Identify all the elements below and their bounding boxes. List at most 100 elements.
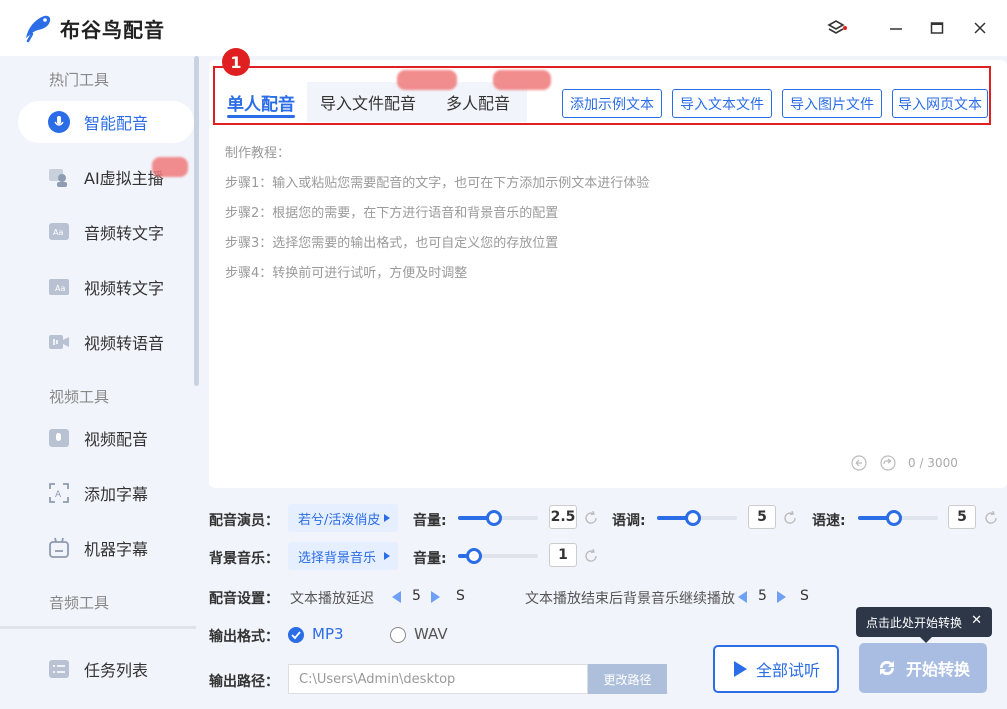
layers-icon: [827, 20, 847, 34]
minimize-button[interactable]: [882, 14, 910, 42]
caret-right-icon: [384, 514, 390, 522]
sidebar-item-task-list[interactable]: 任务列表: [18, 648, 194, 690]
sidebar-item-label: 视频转文字: [84, 279, 165, 298]
change-path-button[interactable]: 更改路径: [588, 664, 667, 694]
svg-text:Aa: Aa: [53, 228, 63, 237]
title-bar: 布谷鸟配音: [0, 0, 1007, 56]
tutorial-step: 步骤2：根据您的需要，在下方进行语音和背景音乐的配置: [225, 206, 559, 221]
undo-icon[interactable]: [851, 455, 867, 471]
check-icon: [291, 631, 301, 640]
bgm-volume-slider[interactable]: [458, 548, 538, 564]
sidebar-item-audio-to-text[interactable]: Aa 音频转文字: [18, 211, 194, 253]
slider-handle[interactable]: [466, 548, 482, 564]
bgm-continue-label: 文本播放结束后背景音乐继续播放: [525, 591, 735, 607]
tutorial-step: 步骤1：输入或粘贴您需要配音的文字，也可在下方添加示例文本进行体验: [225, 176, 650, 191]
delay-unit: S: [456, 588, 465, 604]
slider-handle[interactable]: [486, 510, 502, 526]
video-to-text-icon: Aa: [49, 279, 69, 295]
convert-icon: [879, 660, 894, 676]
tutorial-step: 步骤4：转换前可进行试听，方便及时调整: [225, 266, 468, 281]
tutorial-step: 步骤3：选择您需要的输出格式，也可自定义您的存放位置: [225, 236, 559, 251]
redo-icon[interactable]: [880, 455, 896, 471]
svg-text:Aa: Aa: [55, 284, 65, 293]
pitch-slider[interactable]: [657, 510, 737, 526]
sidebar-item-robot-subtitle[interactable]: 机器字幕: [18, 527, 194, 569]
maximize-button[interactable]: [923, 14, 951, 42]
annotation-highlight-box: [213, 66, 991, 125]
close-icon[interactable]: ✕: [971, 613, 982, 628]
sidebar-item-video-to-voice[interactable]: 视频转语音: [18, 321, 194, 363]
output-path-input[interactable]: C:\Users\Admin\desktop: [288, 664, 588, 694]
sidebar-divider: [0, 626, 196, 629]
voice-actor-value: 若兮/活泼俏皮: [298, 512, 381, 528]
volume-slider[interactable]: [458, 510, 538, 526]
voice-actor-label: 配音演员：: [209, 513, 279, 529]
radio-wav[interactable]: [390, 627, 406, 643]
smart-dub-icon: [48, 111, 70, 133]
continue-unit: S: [800, 588, 809, 604]
sidebar-item-label: 音频转文字: [84, 224, 165, 243]
preview-all-label: 全部试听: [755, 661, 820, 680]
sidebar-item-label: 视频配音: [84, 430, 149, 449]
convert-tooltip: 点击此处开始转换 ✕: [856, 607, 992, 643]
decrease-arrow-icon[interactable]: [738, 591, 747, 603]
char-counter: 0 / 3000: [908, 456, 958, 470]
delay-label: 文本播放延迟: [290, 591, 374, 607]
voice-actor-select[interactable]: 若兮/活泼俏皮: [288, 504, 398, 532]
video-dub-icon: [49, 429, 69, 447]
output-format-label: 输出格式：: [209, 629, 279, 645]
section-video-tools: 视频工具: [49, 388, 110, 406]
minimize-icon: [890, 28, 902, 30]
output-path-label: 输出路径：: [209, 674, 279, 690]
mp3-label[interactable]: MP3: [312, 625, 344, 643]
radio-mp3[interactable]: [288, 627, 304, 643]
decrease-arrow-icon[interactable]: [392, 591, 401, 603]
bgm-select[interactable]: 选择背景音乐: [288, 542, 398, 570]
speed-slider[interactable]: [858, 510, 938, 526]
maximize-icon: [930, 22, 944, 34]
sidebar-scrollbar[interactable]: [194, 56, 199, 386]
slider-handle[interactable]: [685, 510, 701, 526]
sidebar-item-video-dub[interactable]: 视频配音: [18, 417, 194, 459]
virtual-anchor-icon: [49, 169, 67, 187]
tooltip-text: 点击此处开始转换: [866, 615, 963, 630]
increase-arrow-icon[interactable]: [777, 591, 786, 603]
start-convert-button[interactable]: 开始转换: [859, 643, 987, 693]
add-subtitle-icon: A: [49, 483, 69, 503]
reset-icon[interactable]: [584, 511, 598, 525]
bgm-select-value: 选择背景音乐: [298, 550, 377, 566]
sidebar-item-label: 机器字幕: [84, 540, 149, 559]
sidebar-item-video-to-text[interactable]: Aa 视频转文字: [18, 266, 194, 308]
section-hot-tools: 热门工具: [49, 71, 110, 89]
delay-value: 5: [412, 588, 421, 604]
sidebar-item-label: 任务列表: [84, 661, 149, 680]
sidebar-item-add-subtitle[interactable]: A 添加字幕: [18, 472, 194, 514]
speed-value[interactable]: 5: [948, 505, 976, 529]
sidebar-item-smart-dub[interactable]: 智能配音: [18, 101, 194, 143]
reset-icon[interactable]: [783, 511, 797, 525]
skin-button[interactable]: [823, 14, 851, 42]
sidebar-item-label: 添加字幕: [84, 485, 149, 504]
bgm-volume-value[interactable]: 1: [549, 543, 577, 567]
close-button[interactable]: [966, 14, 994, 42]
reset-icon[interactable]: [584, 549, 598, 563]
dub-settings-label: 配音设置：: [209, 591, 279, 607]
section-audio-tools: 音频工具: [49, 594, 110, 612]
cuckoo-bird-logo-icon: [26, 15, 51, 43]
wav-label[interactable]: WAV: [414, 625, 448, 643]
caret-right-icon: [384, 552, 390, 560]
speed-label: 语速:: [812, 513, 846, 529]
preview-all-button[interactable]: 全部试听: [713, 645, 839, 693]
bgm-volume-label: 音量:: [413, 551, 447, 567]
continue-value: 5: [758, 588, 767, 604]
task-list-icon: [49, 660, 69, 678]
increase-arrow-icon[interactable]: [431, 591, 440, 603]
slider-handle[interactable]: [886, 510, 902, 526]
annotation-badge: 1: [222, 48, 250, 76]
pitch-value[interactable]: 5: [748, 505, 776, 529]
sidebar-item-label: 智能配音: [84, 114, 149, 133]
sidebar-item-label: 视频转语音: [84, 334, 165, 353]
volume-value[interactable]: 2.5: [549, 505, 577, 529]
reset-icon[interactable]: [984, 511, 998, 525]
redaction-mark: [152, 157, 188, 177]
